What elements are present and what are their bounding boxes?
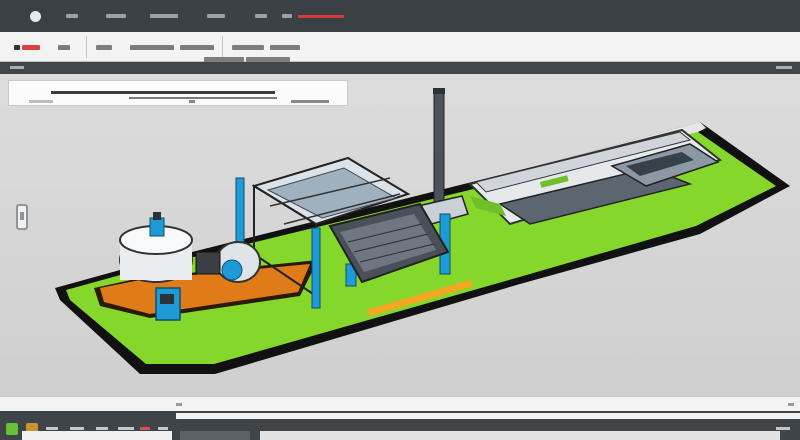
tool-icon[interactable] [180, 44, 214, 50]
document-tabs[interactable] [176, 413, 800, 419]
menu-item[interactable] [282, 14, 292, 18]
tank-valve-cap [153, 212, 161, 220]
menu-item[interactable] [150, 14, 178, 18]
task-item[interactable] [96, 427, 108, 430]
motor-mount [195, 251, 221, 275]
task-item[interactable] [776, 427, 790, 430]
panel-header-strip [0, 62, 800, 74]
3d-viewport[interactable] [0, 74, 800, 396]
motor-face [221, 259, 243, 281]
tool-group-file[interactable] [14, 40, 40, 54]
menu-item[interactable] [207, 14, 225, 18]
bottom-toolbar [0, 411, 800, 440]
panel-label [776, 66, 792, 69]
task-item[interactable] [70, 427, 84, 430]
tool-icon[interactable] [58, 44, 70, 50]
ribbon-toolbar [0, 32, 800, 62]
post-blue [311, 227, 321, 309]
tool-group-view[interactable] [96, 40, 112, 54]
title-accent [298, 15, 344, 18]
status-marker [788, 403, 794, 406]
chimney-cap [433, 88, 445, 94]
tool-icon[interactable] [270, 44, 300, 50]
tool-group-edit[interactable] [58, 40, 70, 54]
tool-icon[interactable] [130, 44, 174, 50]
task-item[interactable] [140, 427, 150, 430]
status-readout [260, 431, 780, 440]
status-bar [0, 396, 800, 411]
tool-icon[interactable] [246, 56, 290, 62]
tank-valve [149, 217, 165, 237]
title-bar [0, 0, 800, 32]
tool-icon[interactable] [14, 44, 20, 50]
tool-icon[interactable] [96, 44, 112, 50]
task-item[interactable] [158, 427, 168, 430]
tool-icon[interactable] [22, 44, 40, 50]
conveyor-plant-model[interactable] [0, 74, 800, 396]
task-item[interactable] [118, 427, 134, 430]
app-logo-icon[interactable] [30, 11, 41, 22]
cad-app-window [0, 0, 800, 440]
status-marker [176, 403, 182, 406]
ribbon-divider [86, 36, 87, 58]
start-icon[interactable] [6, 423, 18, 435]
control-panel [160, 294, 174, 304]
layer-selector[interactable] [180, 431, 250, 440]
command-line[interactable] [22, 431, 172, 440]
menu-item[interactable] [255, 14, 267, 18]
menu-icon[interactable] [66, 14, 78, 18]
panel-label [10, 66, 24, 69]
tool-group-model[interactable] [130, 40, 174, 54]
tool-icon[interactable] [232, 44, 264, 50]
task-item[interactable] [46, 427, 58, 430]
tool-icon[interactable] [204, 56, 244, 62]
chimney [433, 89, 445, 211]
menu-item[interactable] [106, 14, 126, 18]
